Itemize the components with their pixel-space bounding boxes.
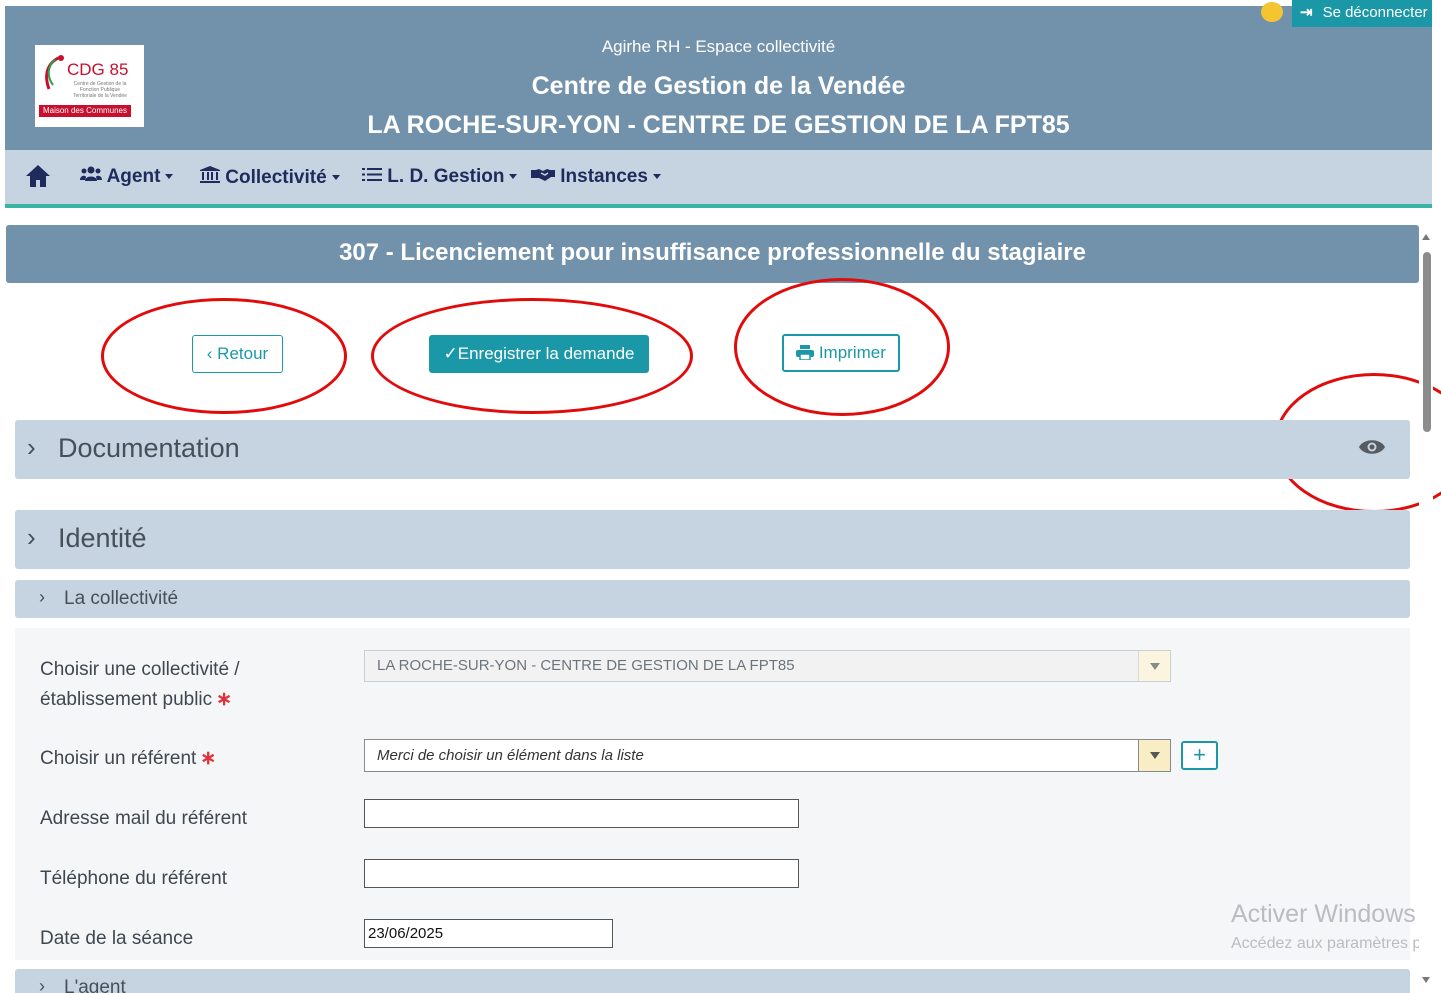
logout-button[interactable]: ⇥ Se déconnecter bbox=[1292, 0, 1432, 27]
establishment-name: LA ROCHE-SUR-YON - CENTRE DE GESTION DE … bbox=[367, 111, 1070, 139]
email-label: Adresse mail du référent bbox=[40, 808, 247, 829]
windows-activation-subtitle: Accédez aux paramètres p bbox=[1231, 935, 1422, 952]
eye-icon[interactable] bbox=[1358, 438, 1386, 456]
nav-instances[interactable]: Instances bbox=[531, 166, 661, 188]
collectivity-field-label: Choisir une collectivité / établissement… bbox=[40, 655, 240, 715]
main-nav: Agent Collectivité L. D. Gestion Instanc… bbox=[5, 150, 1432, 208]
required-mark: ∗ bbox=[216, 689, 233, 710]
subsection-collectivite[interactable]: › La collectivité bbox=[15, 580, 1410, 618]
scroll-up-arrow-icon[interactable] bbox=[1422, 234, 1430, 240]
list-icon bbox=[362, 168, 382, 181]
section-documentation-title: Documentation bbox=[58, 433, 240, 463]
nav-collectivite[interactable]: Collectivité bbox=[200, 166, 340, 189]
required-mark: ∗ bbox=[200, 748, 217, 769]
caret-down-icon bbox=[165, 174, 174, 180]
subsection-agent-title: L'agent bbox=[64, 977, 126, 993]
chevron-right-icon: › bbox=[39, 587, 45, 607]
collectivity-label-line2: établissement public bbox=[40, 689, 213, 710]
subsection-collectivite-title: La collectivité bbox=[64, 588, 179, 609]
caret-down-icon bbox=[652, 174, 661, 180]
collectivity-select: LA ROCHE-SUR-YON - CENTRE DE GESTION DE … bbox=[364, 650, 1171, 682]
date-label: Date de la séance bbox=[40, 928, 194, 949]
add-referent-button[interactable]: + bbox=[1181, 741, 1218, 770]
caret-down-icon bbox=[509, 174, 518, 180]
nav-ld-gestion[interactable]: L. D. Gestion bbox=[362, 166, 518, 188]
caret-down-icon bbox=[1150, 752, 1160, 759]
app-name: Agirhe RH - Espace collectivité bbox=[601, 37, 836, 56]
page: CDG 85 Centre de Gestion de la Fonction … bbox=[0, 0, 1441, 993]
logout-label: Se déconnecter bbox=[1322, 4, 1428, 21]
chevron-right-icon: › bbox=[27, 522, 36, 552]
windows-activation-title: Activer Windows bbox=[1231, 900, 1416, 928]
referent-select[interactable]: Merci de choisir un élément dans la list… bbox=[364, 739, 1171, 772]
scroll-down-arrow-icon[interactable] bbox=[1422, 977, 1430, 983]
section-identite[interactable]: › Identité bbox=[15, 510, 1410, 569]
scrollbar-thumb[interactable] bbox=[1423, 252, 1431, 432]
dropdown-toggle bbox=[1138, 651, 1170, 681]
nav-agent[interactable]: Agent bbox=[80, 166, 174, 188]
section-identite-title: Identité bbox=[58, 523, 147, 553]
referent-field-label: Choisir un référent ∗ bbox=[40, 744, 216, 774]
collectivity-label-line1: Choisir une collectivité / bbox=[40, 659, 240, 680]
collectivity-select-value: LA ROCHE-SUR-YON - CENTRE DE GESTION DE … bbox=[377, 657, 795, 674]
caret-down-icon bbox=[1150, 663, 1160, 670]
chevron-right-icon: › bbox=[27, 432, 36, 462]
nav-ld-gestion-label: L. D. Gestion bbox=[387, 166, 505, 187]
annotation-oval-save bbox=[371, 298, 693, 414]
center-name: Centre de Gestion de la Vendée bbox=[531, 72, 906, 100]
chevron-right-icon: › bbox=[39, 976, 45, 993]
nav-instances-label: Instances bbox=[560, 166, 648, 187]
sign-out-icon: ⇥ bbox=[1300, 4, 1313, 21]
home-icon[interactable] bbox=[25, 164, 51, 194]
annotation-oval-back bbox=[101, 298, 347, 414]
referent-email-input[interactable] bbox=[364, 799, 799, 828]
caret-down-icon bbox=[331, 175, 340, 181]
app-header: CDG 85 Centre de Gestion de la Fonction … bbox=[5, 6, 1432, 150]
handshake-icon bbox=[531, 169, 555, 181]
annotation-oval-print bbox=[734, 278, 950, 416]
section-documentation[interactable]: › Documentation bbox=[15, 420, 1410, 479]
users-icon bbox=[80, 166, 102, 181]
subsection-agent[interactable]: › L'agent bbox=[15, 969, 1410, 993]
referent-label: Choisir un référent bbox=[40, 748, 197, 769]
bank-icon bbox=[200, 166, 220, 183]
nav-collectivite-label: Collectivité bbox=[225, 167, 327, 188]
referent-select-placeholder: Merci de choisir un élément dans la list… bbox=[377, 747, 644, 764]
referent-phone-input[interactable] bbox=[364, 859, 799, 888]
nav-agent-label: Agent bbox=[106, 166, 161, 187]
phone-label: Téléphone du référent bbox=[40, 868, 227, 889]
clock-icon[interactable] bbox=[1261, 2, 1283, 22]
dropdown-toggle[interactable] bbox=[1138, 740, 1170, 771]
session-date-input[interactable]: 23/06/2025 bbox=[364, 919, 613, 948]
collectivity-form: Choisir une collectivité / établissement… bbox=[15, 628, 1410, 960]
page-title: 307 - Licenciement pour insuffisance pro… bbox=[6, 225, 1419, 283]
